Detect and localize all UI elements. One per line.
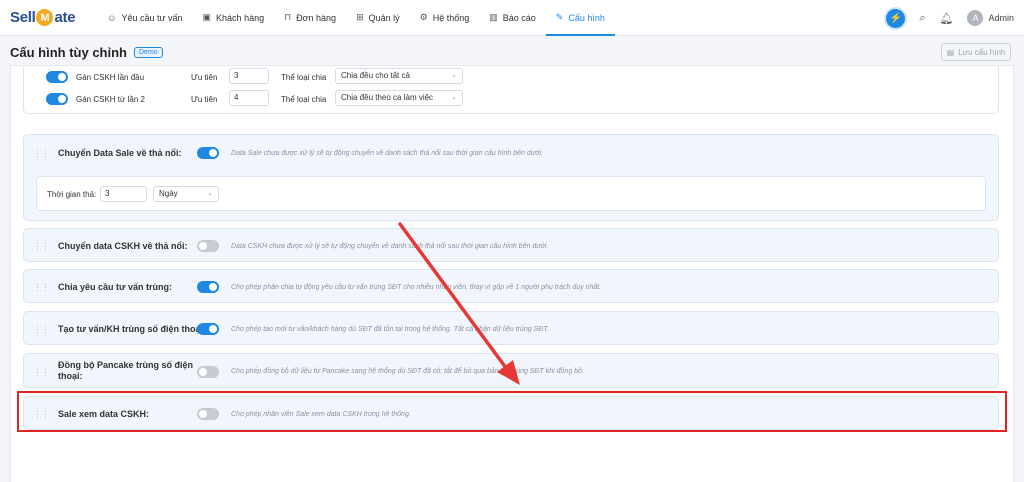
drag-handle-icon[interactable]: ⋮⋮ xyxy=(33,282,50,293)
setting-card-chia-yeu-cau: ⋮⋮ Chia yêu cầu tư vấn trùng: Cho phép p… xyxy=(23,269,999,303)
logo-mark: M xyxy=(36,9,54,26)
toggle-gan-cskh-lan-dau[interactable] xyxy=(46,71,68,83)
demo-badge: Demo xyxy=(134,47,163,58)
id-card-icon: ▣ xyxy=(202,12,212,22)
setting-label: Đồng bộ Pancake trùng số điện thoại: xyxy=(58,360,194,381)
toggle-gan-cskh-tu-lan-2[interactable] xyxy=(46,93,68,105)
priority-input[interactable]: 4 xyxy=(229,90,269,106)
priority-label: Ưu tiên xyxy=(191,73,218,82)
setting-card-data-sale: ⋮⋮ Chuyển Data Sale về thả nổi: Data Sal… xyxy=(23,134,999,221)
nav-item-yeu-cau-tu-van[interactable]: ☺ Yêu cầu tư vấn xyxy=(97,0,192,36)
nav-item-label: Cấu hình xyxy=(568,12,605,23)
priority-label: Ưu tiên xyxy=(191,95,218,104)
release-time-label: Thời gian thả: xyxy=(47,190,97,199)
setting-card-pancake: ⋮⋮ Đồng bộ Pancake trùng số điện thoại: … xyxy=(23,353,999,388)
user-name[interactable]: Admin xyxy=(988,13,1014,23)
nav-item-bao-cao[interactable]: ▥ Báo cáo xyxy=(479,0,546,36)
setting-desc: Cho phép tạo mới tư vấn/khách hàng dù SĐ… xyxy=(231,326,549,333)
chevron-down-icon: ⌄ xyxy=(451,94,457,101)
drag-handle-icon[interactable]: ⋮⋮ xyxy=(33,324,50,335)
sellmate-logo[interactable]: Sell Mate xyxy=(10,9,76,26)
highlight-box xyxy=(17,391,1007,432)
setting-label: Chuyển data CSKH về thả nổi: xyxy=(58,241,188,251)
setting-label: Tạo tư vấn/KH trùng số điện thoại: xyxy=(58,324,207,334)
setting-desc: Data Sale chưa được xử lý sẽ tự động chu… xyxy=(231,150,543,157)
toggle-tao-tu-van-trung[interactable] xyxy=(197,323,219,335)
nav-menu: ☺ Yêu cầu tư vấn ▣ Khách hàng ⊓ Đơn hàng ⊞ Q… xyxy=(97,0,615,36)
setting-card-cskh: ⋮⋮ Chuyển data CSKH về thả nổi: Data CSK… xyxy=(23,228,999,262)
chart-icon: ▥ xyxy=(489,12,498,22)
drag-handle-icon[interactable]: ⋮⋮ xyxy=(33,148,50,159)
drag-handle-icon[interactable]: ⋮⋮ xyxy=(33,367,50,378)
search-icon[interactable]: ⌕ xyxy=(919,12,925,25)
nav-item-label: Khách hàng xyxy=(216,12,265,23)
chat-icon: ☺ xyxy=(107,12,117,23)
release-time-unit: Ngày xyxy=(159,189,178,198)
gear-icon: ⚙ xyxy=(419,12,428,22)
bell-icon[interactable]: 🔔︎ xyxy=(940,12,954,25)
type-label: Thể loại chia xyxy=(281,73,327,82)
nav-item-label: Hệ thống xyxy=(432,12,470,23)
toggle-chia-yeu-cau-trung[interactable] xyxy=(197,281,219,293)
assign-label: Gán CSKH lần đầu xyxy=(76,73,145,82)
page-title-text: Cấu hình tùy chỉnh xyxy=(10,45,127,60)
setting-desc: Cho phép đồng bộ dữ liệu từ Pancake sang… xyxy=(231,368,584,375)
release-time-unit-select[interactable]: Ngày ⌄ xyxy=(153,186,219,202)
setting-desc: Cho phép phân chia tự động yêu cầu tư vấ… xyxy=(231,284,602,291)
nav-right: ⚡ ⌕ 🔔︎ A Admin xyxy=(886,0,1014,36)
toggle-dong-bo-pancake[interactable] xyxy=(197,366,219,378)
type-label: Thể loại chia xyxy=(281,95,327,104)
save-config-button[interactable]: ▤ Lưu cấu hình xyxy=(941,43,1011,61)
toggle-data-sale[interactable] xyxy=(197,147,219,159)
page-title: Cấu hình tùy chỉnh Demo xyxy=(10,45,163,60)
nav-item-label: Đơn hàng xyxy=(296,12,337,23)
cart-icon: ⊓ xyxy=(284,12,292,22)
setting-label: Chuyển Data Sale về thả nổi: xyxy=(58,148,182,158)
nav-item-he-thong[interactable]: ⚙ Hệ thống xyxy=(410,0,480,36)
cskh-assign-card: Gán CSKH lần đầu Ưu tiên 3 Thể loại chia… xyxy=(23,66,999,114)
nav-item-quan-ly[interactable]: ⊞ Quản lý xyxy=(346,0,410,36)
type-select[interactable]: Chia đều theo ca làm việc ⌄ xyxy=(335,90,463,106)
logo-text-post: ate xyxy=(54,9,76,26)
top-nav: Sell Mate ☺ Yêu cầu tư vấn ▣ Khách hàng ⊓ Đơ… xyxy=(0,0,1024,36)
nav-item-label: Yêu cầu tư vấn xyxy=(121,12,183,23)
logo-text-pre: Sell xyxy=(10,9,36,26)
setting-card-tao-tu-van: ⋮⋮ Tạo tư vấn/KH trùng số điện thoại: Ch… xyxy=(23,311,999,345)
drag-handle-icon[interactable]: ⋮⋮ xyxy=(33,241,50,252)
save-config-label: Lưu cấu hình xyxy=(958,47,1006,57)
priority-input[interactable]: 3 xyxy=(229,68,269,84)
nav-item-label: Quản lý xyxy=(368,12,400,23)
nav-item-don-hang[interactable]: ⊓ Đơn hàng xyxy=(274,0,346,36)
type-select-value: Chia đều theo ca làm việc xyxy=(341,93,434,102)
nav-item-cau-hinh[interactable]: ✎ Cấu hình xyxy=(545,0,615,36)
chevron-down-icon: ⌄ xyxy=(451,72,457,79)
type-select[interactable]: Chia đều cho tất cả ⌄ xyxy=(335,68,463,84)
type-select-value: Chia đều cho tất cả xyxy=(341,71,410,80)
grid-icon: ⊞ xyxy=(356,12,364,22)
save-icon: ▤ xyxy=(946,47,955,57)
nav-item-khach-hang[interactable]: ▣ Khách hàng xyxy=(193,0,275,36)
release-time-input[interactable]: 3 xyxy=(100,186,147,202)
toggle-cskh-tha-noi[interactable] xyxy=(197,240,219,252)
setting-label: Chia yêu cầu tư vấn trùng: xyxy=(58,282,173,292)
avatar[interactable]: A xyxy=(967,10,984,26)
lightning-icon[interactable]: ⚡ xyxy=(886,8,906,28)
assign-label: Gán CSKH từ lần 2 xyxy=(76,95,145,104)
chevron-down-icon: ⌄ xyxy=(207,190,213,197)
nav-item-label: Báo cáo xyxy=(502,12,536,23)
setting-desc: Data CSKH chưa được xử lý sẽ tự động chu… xyxy=(231,243,549,250)
wrench-icon: ✎ xyxy=(555,12,564,22)
release-time-box: Thời gian thả: 3 Ngày ⌄ xyxy=(36,176,986,211)
